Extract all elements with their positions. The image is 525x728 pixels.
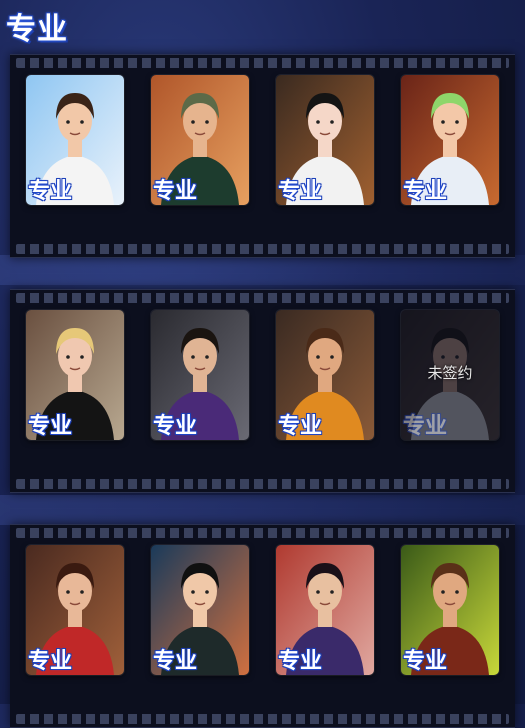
- card-profession-label: 专业: [278, 179, 323, 204]
- card-profession-label: 专业: [278, 414, 323, 439]
- card-profession-label: 专业: [28, 414, 73, 439]
- character-card[interactable]: 专业: [276, 310, 374, 440]
- character-card[interactable]: 专业: [26, 310, 124, 440]
- character-card[interactable]: 专业: [401, 75, 499, 205]
- character-card[interactable]: 专业: [151, 545, 249, 675]
- card-profession-label: 专业: [28, 179, 73, 204]
- bg-band: [0, 255, 525, 285]
- card-profession-label: 专业: [403, 414, 448, 439]
- character-filmstrip: 专业 专业 专业 专业: [10, 54, 515, 258]
- film-perforation: [16, 528, 509, 538]
- card-profession-label: 专业: [403, 649, 448, 674]
- page-title: 专业: [6, 12, 68, 47]
- card-profession-label: 专业: [403, 179, 448, 204]
- character-card[interactable]: 专业: [26, 545, 124, 675]
- card-profession-label: 专业: [28, 649, 73, 674]
- character-card-locked[interactable]: 未签约专业: [401, 310, 499, 440]
- character-card[interactable]: 专业: [276, 545, 374, 675]
- film-perforation: [16, 244, 509, 254]
- card-profession-label: 专业: [153, 649, 198, 674]
- character-filmstrip: 专业 专业 专业 未签约 专业: [10, 289, 515, 493]
- film-perforation: [16, 714, 509, 724]
- character-card[interactable]: 专业: [151, 310, 249, 440]
- card-profession-label: 专业: [153, 414, 198, 439]
- card-profession-label: 专业: [278, 649, 323, 674]
- character-card[interactable]: 专业: [276, 75, 374, 205]
- film-perforation: [16, 479, 509, 489]
- unsigned-label: 未签约: [427, 364, 473, 382]
- character-filmstrip: 专业 专业 专业 专业: [10, 524, 515, 728]
- character-card[interactable]: 专业: [151, 75, 249, 205]
- film-perforation: [16, 293, 509, 303]
- film-perforation: [16, 58, 509, 68]
- bg-band: [0, 495, 525, 525]
- card-profession-label: 专业: [153, 179, 198, 204]
- character-card[interactable]: 专业: [401, 545, 499, 675]
- character-card[interactable]: 专业: [26, 75, 124, 205]
